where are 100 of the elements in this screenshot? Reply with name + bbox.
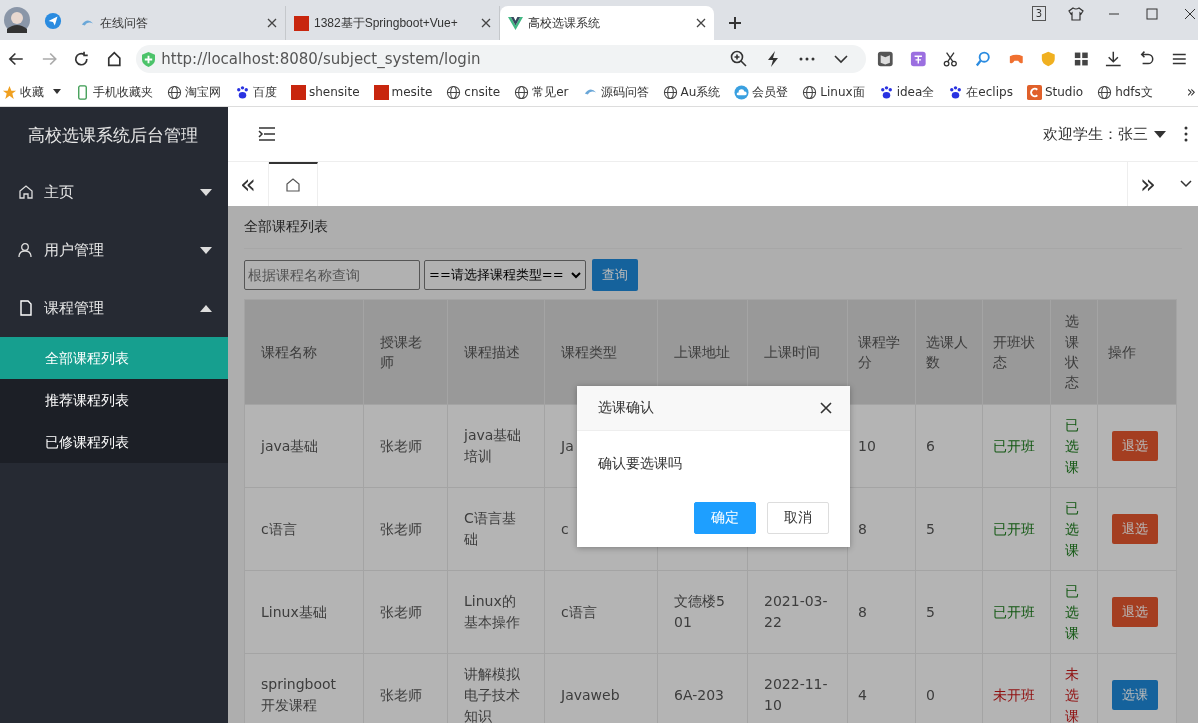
new-tab-icon[interactable] — [728, 16, 742, 30]
cancel-button[interactable]: 取消 — [767, 502, 829, 534]
user-icon — [18, 242, 34, 258]
table-cell: 2021-03-22 — [747, 570, 848, 654]
bookmark[interactable]: 常见er — [514, 83, 569, 101]
bookmark[interactable]: 手机收藏夹 — [75, 83, 153, 101]
scissors-icon[interactable] — [942, 50, 960, 68]
maximize-icon[interactable] — [1144, 6, 1160, 22]
tab-count-badge[interactable]: 3 — [1031, 6, 1046, 21]
more-bookmarks[interactable]: » — [1186, 83, 1196, 101]
bookmark[interactable]: shensite — [291, 84, 360, 100]
translate-icon[interactable] — [909, 50, 927, 68]
table-cell: c语言 — [244, 487, 364, 571]
status-cell: 已选课 — [1050, 404, 1098, 488]
phone-icon — [75, 84, 90, 100]
status-cell: 已开班 — [982, 404, 1051, 488]
bookmark[interactable]: idea全 — [878, 83, 935, 101]
home-icon — [285, 177, 301, 193]
table-cell: 8 — [847, 570, 916, 654]
globe-icon — [662, 84, 678, 100]
zoom-icon[interactable] — [730, 50, 749, 68]
status-cell: 未选课 — [1050, 653, 1098, 723]
send-icon[interactable] — [44, 12, 62, 30]
back-icon[interactable] — [8, 50, 25, 68]
reload-icon[interactable] — [73, 50, 90, 68]
tile-icon — [294, 15, 309, 31]
book-icon[interactable] — [877, 50, 894, 68]
table-cell: 8 — [847, 487, 916, 571]
kebab-icon[interactable] — [1184, 126, 1188, 142]
bookmark[interactable]: cnsite — [446, 84, 501, 100]
table-cell: Javaweb — [544, 653, 658, 723]
home-icon — [18, 184, 34, 200]
column-header: 选课人数 — [915, 299, 983, 405]
menu-item[interactable]: 主页 — [0, 163, 228, 221]
search-icon[interactable] — [975, 50, 992, 68]
avatar-icon[interactable] — [4, 7, 30, 33]
close-icon[interactable] — [820, 402, 832, 414]
table-cell: 10 — [847, 404, 916, 488]
table-cell: Linux基础 — [244, 570, 364, 654]
bookmark[interactable]: mesite — [373, 84, 433, 100]
bookmark[interactable]: hdfs文 — [1097, 83, 1153, 101]
bookmark[interactable]: 源码问答 — [582, 83, 649, 101]
close-icon[interactable] — [696, 18, 706, 28]
home-icon[interactable] — [105, 50, 123, 68]
browser-tab[interactable]: 1382基于Springboot+Vue+ — [286, 6, 500, 40]
table-cell: C语言基础 — [447, 487, 545, 571]
table-cell: springboot开发课程 — [244, 653, 364, 723]
globe-icon — [446, 84, 462, 100]
table-cell: Linux的基本操作 — [447, 570, 545, 654]
table-cell: 讲解模拟电子技术知识 — [447, 653, 545, 723]
type-select[interactable]: ==请选择课程类型== — [424, 260, 586, 290]
c-tile-icon — [1026, 84, 1042, 100]
column-header: 课程名称 — [244, 299, 364, 405]
submenu-item[interactable]: 推荐课程列表 — [0, 379, 228, 421]
grid-icon[interactable] — [1072, 50, 1090, 68]
close-icon[interactable] — [1182, 6, 1198, 22]
submenu-item[interactable]: 已修课程列表 — [0, 421, 228, 463]
page-title: 全部课程列表 — [244, 216, 1182, 249]
document-icon — [18, 300, 34, 316]
table-cell: c语言 — [544, 570, 658, 654]
address-bar[interactable]: http://localhost:8080/subject_system/login — [136, 45, 867, 73]
shield-icon — [142, 51, 156, 67]
bookmark[interactable]: Studio — [1026, 84, 1084, 100]
column-header: 授课老师 — [363, 299, 448, 405]
shirt-icon[interactable] — [1068, 6, 1084, 22]
close-icon[interactable] — [481, 18, 491, 28]
menu-item[interactable]: 课程管理 — [0, 279, 228, 337]
table-cell: 5 — [915, 487, 983, 571]
caret-icon[interactable] — [1154, 130, 1166, 138]
table-cell: 6A-203 — [657, 653, 748, 723]
caret-icon[interactable] — [53, 89, 61, 95]
chevron-down-icon[interactable] — [1180, 180, 1192, 188]
table-cell: 6 — [915, 404, 983, 488]
close-icon[interactable] — [267, 18, 277, 28]
paw-icon — [948, 84, 964, 100]
bookmark[interactable]: 百度 — [235, 83, 277, 101]
browser-tab[interactable]: 高校选课系统 — [500, 6, 714, 40]
globe-icon — [1097, 84, 1113, 100]
search-field[interactable]: 根据课程名称查询 — [244, 260, 420, 290]
bookmark[interactable]: Au系统 — [662, 83, 721, 101]
bookmark[interactable]: Linux面 — [802, 83, 865, 101]
tile-icon — [373, 84, 389, 100]
star-icon — [2, 84, 17, 100]
column-header: 课程描述 — [447, 299, 545, 405]
bookmark[interactable]: 会员登 — [734, 83, 789, 101]
user-menu[interactable]: 欢迎学生：张三 — [1043, 124, 1148, 144]
paw-icon — [878, 84, 894, 100]
status-cell: 已选课 — [1050, 487, 1098, 571]
bookmark[interactable]: 收藏 — [2, 83, 61, 101]
status-cell: 已开班 — [982, 570, 1051, 654]
bookmark[interactable]: 淘宝网 — [167, 83, 221, 101]
status-cell: 已选课 — [1050, 570, 1098, 654]
download-icon[interactable] — [1105, 50, 1122, 68]
table-cell: 文德楼501 — [657, 570, 748, 654]
menu-icon[interactable] — [258, 126, 276, 142]
bookmark[interactable]: 在eclips — [948, 83, 1013, 101]
browser-tab[interactable]: 在线问答 — [72, 6, 286, 40]
table-cell: 张老师 — [363, 653, 448, 723]
menu-item[interactable]: 用户管理 — [0, 221, 228, 279]
table-cell: 张老师 — [363, 570, 448, 654]
